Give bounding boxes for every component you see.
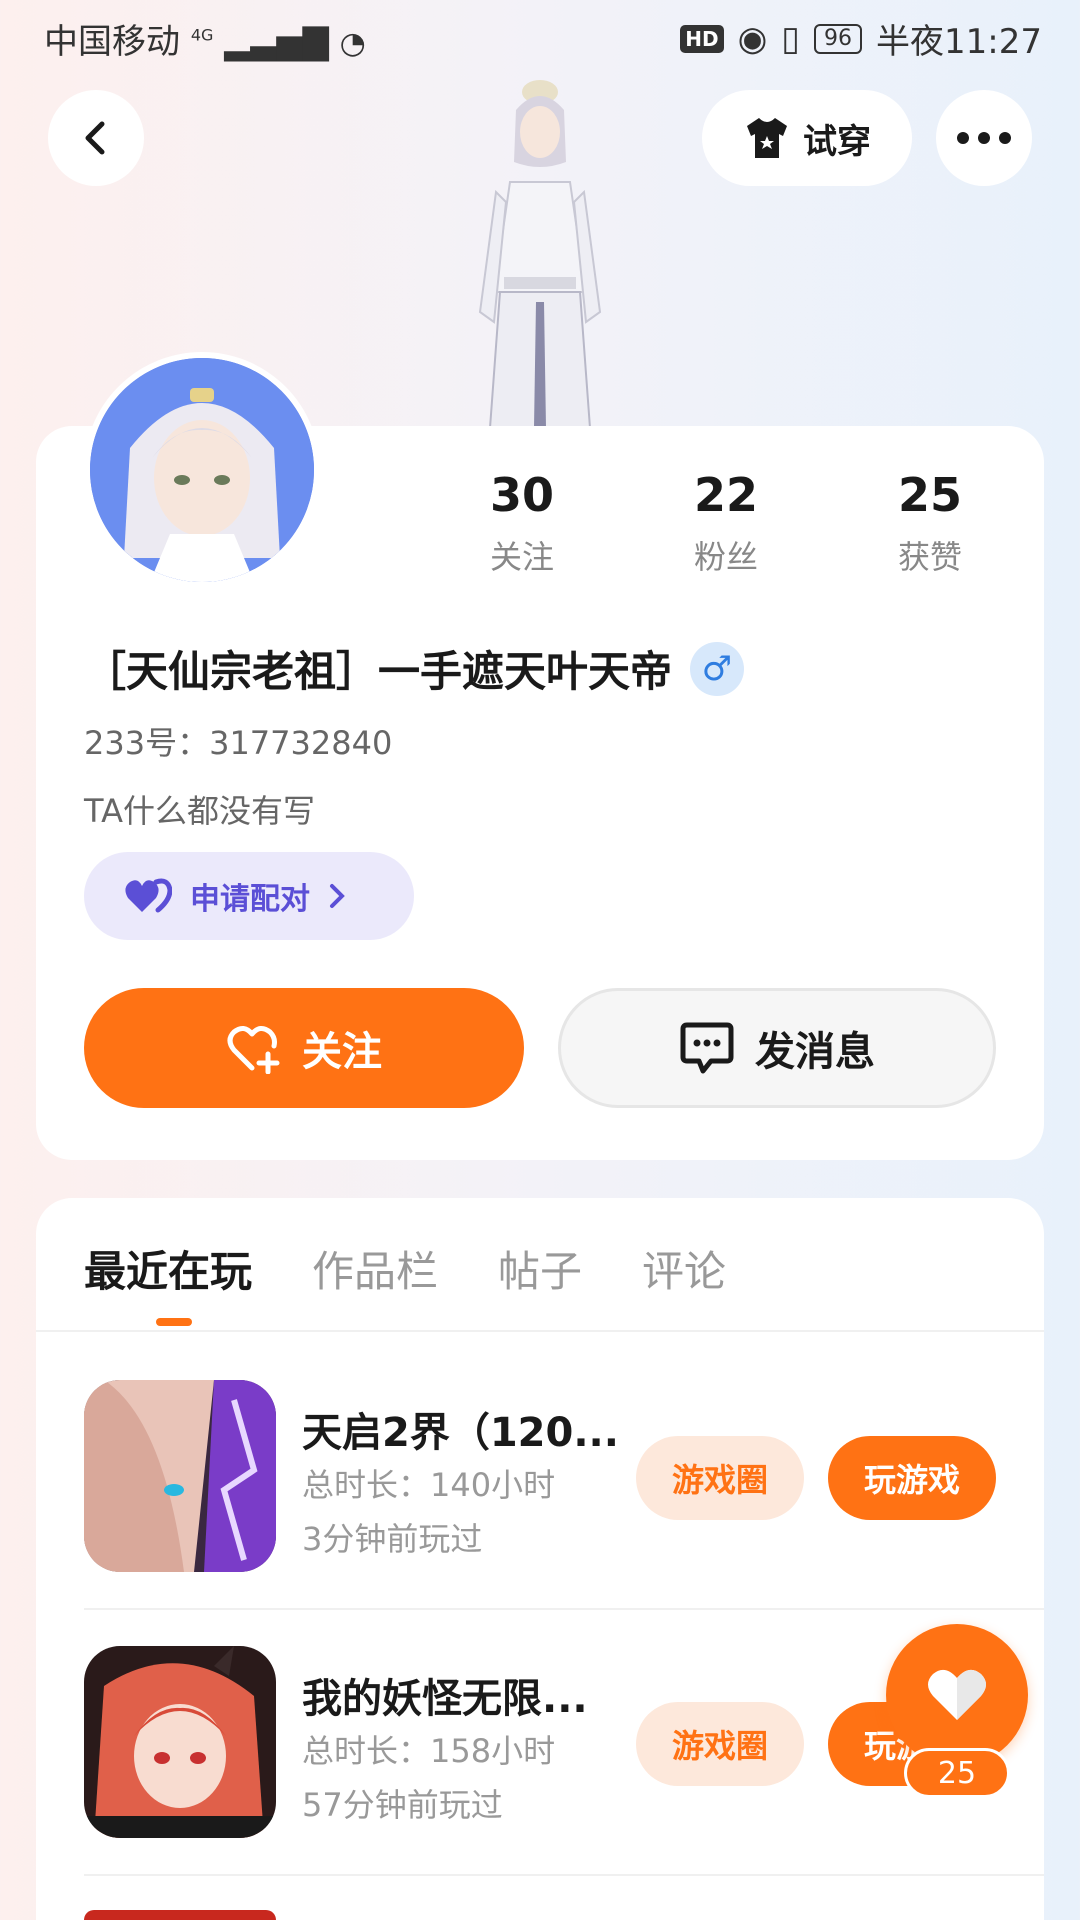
game-name: 我的妖怪无限... [302,1676,588,1722]
user-id: 233号：317732840 [84,724,393,762]
tab-posts[interactable]: 帖子 [498,1238,582,1299]
signal-icon: ▂▃▅▇ [224,22,329,62]
game-cover-image [84,1646,276,1838]
carrier-text: 中国移动 [44,22,180,62]
nickname: ［天仙宗老祖］一手遮天叶天帝 ♂ [84,638,745,699]
game-duration: 总时长：158小时 [302,1732,556,1770]
tab-works[interactable]: 作品栏 [312,1238,438,1299]
vibrate-icon: ▯ [781,18,801,59]
more-dots-icon [957,132,1011,144]
eye-icon: ◉ [737,18,768,59]
tab-bar: 最近在玩 作品栏 帖子 评论 [84,1238,726,1299]
play-game-button[interactable]: 玩游戏 [828,1436,996,1520]
time-label: 半夜11:27 [876,22,1042,62]
stat-likes-value: 25 [897,468,962,522]
battery-indicator: 96 [814,23,863,54]
try-on-button[interactable]: 试穿 [702,90,912,186]
send-message-button[interactable]: 发消息 [558,988,996,1108]
game-icon[interactable] [84,1646,276,1838]
game-last-played: 3分钟前玩过 [302,1520,483,1558]
stat-following-label: 关注 [489,538,554,576]
stat-likes-label: 获赞 [897,538,962,576]
follow-button[interactable]: 关注 [84,988,524,1108]
tab-indicator [156,1318,192,1326]
avatar-image [90,358,314,582]
game-row[interactable]: 天启2界（120... 总时长：140小时 3分钟前玩过 游戏圈 玩游戏 [84,1380,1044,1580]
male-icon: ♂ [690,641,745,696]
game-duration: 总时长：140小时 [302,1466,556,1504]
tab-divider [36,1330,1044,1332]
game-cover-image [84,1380,276,1572]
tab-recently-playing[interactable]: 最近在玩 [84,1238,252,1299]
game-icon[interactable] [84,1380,276,1572]
status-bar: 中国移动 4G ▂▃▅▇ ◔ HD ◉ ▯ 96 半夜11:27 [0,0,1080,80]
heart-pair-icon [125,878,172,913]
stat-fans-value: 22 [693,468,758,522]
stat-fans[interactable]: 22 粉丝 [636,468,816,578]
network-type: 4G [190,25,214,45]
floating-like-button[interactable] [886,1624,1028,1766]
character-model [478,80,602,428]
chevron-left-icon [85,121,105,155]
back-button[interactable] [48,90,144,186]
status-right: HD ◉ ▯ 96 半夜11:27 [680,14,1042,63]
game-last-played: 57分钟前玩过 [302,1786,503,1824]
row-divider [84,1608,1044,1610]
avatar[interactable] [84,352,320,588]
try-on-label: 试穿 [803,121,871,162]
send-message-label: 发消息 [755,1029,875,1075]
heart-icon [928,1669,986,1720]
bio: TA什么都没有写 [84,792,315,830]
stat-following-value: 30 [489,468,554,522]
game-name: 天启2界（120... [302,1410,619,1456]
nickname-text: ［天仙宗老祖］一手遮天叶天帝 [84,647,673,696]
game-circle-button[interactable]: 游戏圈 [636,1702,804,1786]
hd-badge: HD [680,24,724,53]
chat-bubble-icon [680,1022,734,1074]
tshirt-icon [747,118,787,158]
game-icon-partial [84,1910,276,1920]
request-pair-label: 申请配对 [190,882,310,917]
game-circle-button[interactable]: 游戏圈 [636,1436,804,1520]
follow-label: 关注 [302,1029,382,1075]
stat-likes[interactable]: 25 获赞 [840,468,1020,578]
like-count-badge: 25 [904,1748,1010,1798]
carrier-label: 中国移动 4G ▂▃▅▇ ◔ [44,14,366,63]
row-divider [84,1874,1044,1876]
chevron-right-icon [330,884,345,908]
tab-comments[interactable]: 评论 [642,1238,726,1299]
wifi-icon: ◔ [339,26,366,61]
stat-following[interactable]: 30 关注 [432,468,612,578]
more-button[interactable] [936,90,1032,186]
stat-fans-label: 粉丝 [693,538,758,576]
request-pair-button[interactable]: 申请配对 [84,852,414,940]
heart-plus-icon [227,1026,280,1074]
